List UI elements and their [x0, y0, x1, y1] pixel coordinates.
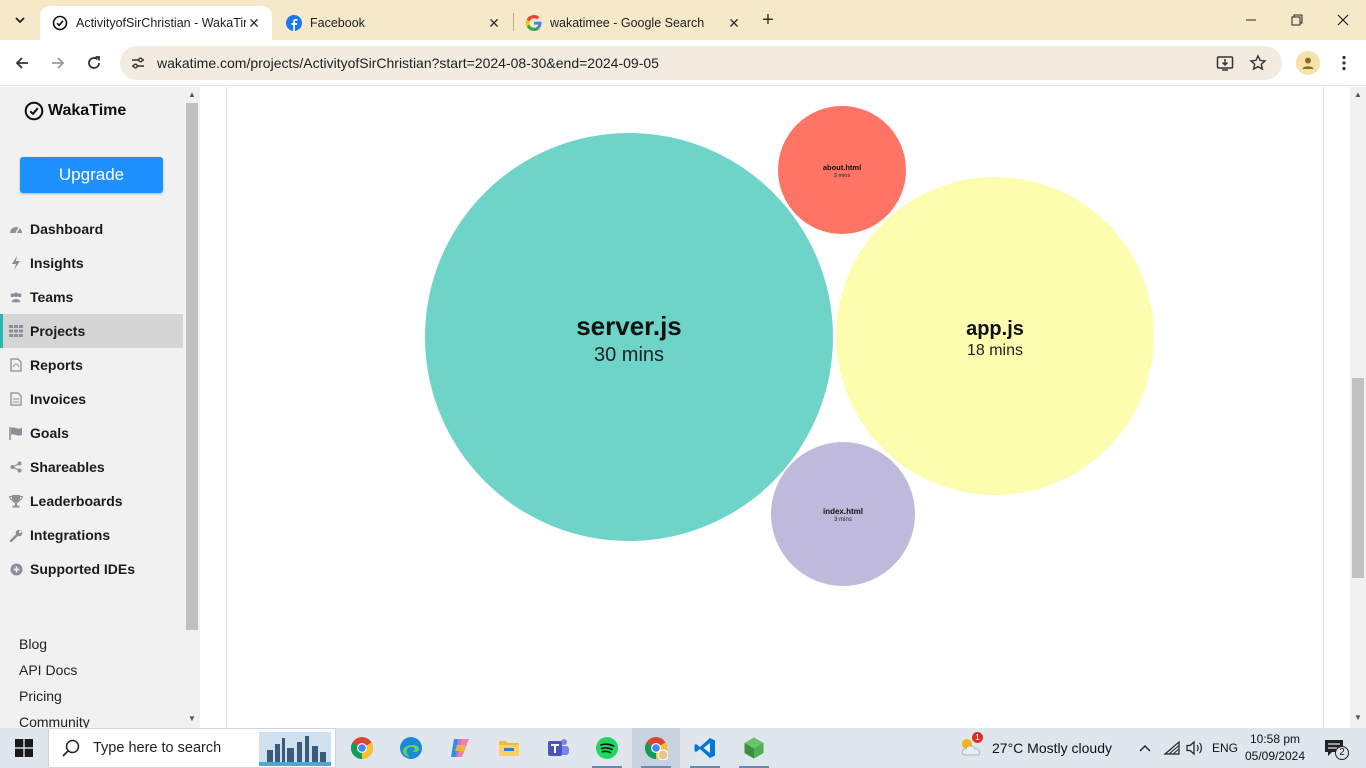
weather-text: 27°C Mostly cloudy — [992, 740, 1112, 756]
close-tab-icon[interactable]: ✕ — [486, 15, 502, 31]
install-icon — [1216, 56, 1234, 71]
bubble-duration: 3 mins — [834, 517, 852, 523]
new-tab-button[interactable]: + — [758, 9, 778, 31]
bubble-index-html[interactable]: index.html3 mins — [771, 442, 915, 586]
address-bar[interactable]: wakatime.com/projects/ActivityofSirChris… — [120, 46, 1282, 80]
system-clock[interactable]: 10:58 pm 05/09/2024 — [1240, 731, 1310, 765]
bookmark-button[interactable] — [1249, 54, 1267, 72]
page-scroll-up[interactable]: ▲ — [1352, 90, 1364, 102]
spotify-icon — [596, 737, 618, 759]
restore-icon — [1291, 14, 1303, 26]
city-skyline-icon — [259, 732, 331, 766]
copilot-icon — [451, 739, 469, 757]
chrome-icon — [351, 737, 373, 759]
url-text: wakatime.com/projects/ActivityofSirChris… — [157, 55, 659, 71]
tab-wakatime[interactable]: ActivityofSirChristian - WakaTime ✕ — [40, 6, 272, 40]
close-window-button[interactable] — [1320, 0, 1366, 40]
minimize-button[interactable] — [1228, 0, 1274, 40]
search-icon — [62, 739, 80, 757]
tab-title: wakatimee - Google Search — [550, 16, 705, 30]
speaker-icon — [1186, 740, 1202, 756]
page-scrollbar-thumb[interactable] — [1352, 378, 1364, 578]
facebook-icon — [286, 15, 302, 31]
clock-date: 05/09/2024 — [1244, 749, 1306, 763]
close-tab-icon[interactable]: ✕ — [246, 15, 262, 31]
volume-button[interactable] — [1186, 728, 1204, 768]
tab-search-button[interactable] — [8, 8, 32, 32]
taskbar-edge[interactable] — [387, 728, 435, 768]
taskbar-teams[interactable] — [534, 728, 582, 768]
bubble-duration: 3 mins — [834, 173, 850, 179]
reload-icon — [88, 56, 100, 69]
chrome-profile-icon — [645, 737, 668, 760]
start-button[interactable] — [0, 728, 48, 768]
minimize-icon — [1246, 19, 1256, 21]
edge-icon — [400, 737, 422, 759]
taskbar-chrome-profile[interactable] — [632, 728, 680, 768]
notification-center-button[interactable]: 2 — [1322, 728, 1349, 768]
vscode-icon — [694, 738, 715, 758]
taskbar-search[interactable]: Type here to search — [48, 728, 336, 768]
reload-button[interactable] — [82, 51, 106, 75]
file-explorer-icon — [499, 741, 519, 756]
taskbar-file-explorer[interactable] — [485, 728, 533, 768]
star-icon — [1249, 54, 1267, 71]
notification-icon: 2 — [1322, 737, 1349, 760]
weather-badge: 1 — [972, 732, 983, 743]
show-hidden-icons-button[interactable] — [1138, 728, 1152, 768]
profile-button[interactable] — [1296, 51, 1320, 75]
taskbar-chrome[interactable] — [338, 728, 386, 768]
taskbar-spotify[interactable] — [583, 728, 631, 768]
tab-google-search[interactable]: wakatimee - Google Search ✕ — [514, 6, 752, 40]
arrow-left-icon — [15, 57, 28, 69]
search-placeholder: Type here to search — [93, 740, 222, 756]
browser-menu-button[interactable] — [1334, 51, 1354, 75]
back-button[interactable] — [10, 51, 34, 75]
weather-widget[interactable]: 1 27°C Mostly cloudy — [958, 728, 1112, 768]
windows-icon — [15, 739, 33, 757]
notification-count: 2 — [1335, 746, 1349, 760]
files-bubble-chart: server.js30 minsapp.js18 minsabout.html3… — [425, 106, 1154, 586]
weather-cloudy-icon: 1 — [958, 732, 986, 760]
google-icon — [526, 15, 542, 31]
install-app-button[interactable] — [1216, 54, 1234, 72]
clock-time: 10:58 pm — [1249, 732, 1301, 746]
close-icon — [1337, 14, 1349, 26]
forward-button[interactable] — [46, 51, 70, 75]
bubble-duration: 30 mins — [594, 344, 664, 366]
tab-title: Facebook — [310, 16, 365, 30]
network-button[interactable] — [1163, 728, 1181, 768]
chevron-up-icon — [1139, 745, 1151, 752]
tab-title: ActivityofSirChristian - WakaTime — [76, 16, 246, 30]
input-language[interactable]: ENG — [1212, 728, 1238, 768]
browser-toolbar: wakatime.com/projects/ActivityofSirChris… — [0, 40, 1366, 86]
bubble-file-name: server.js — [576, 311, 682, 341]
wifi-icon — [1163, 740, 1180, 755]
bubble-file-name: index.html — [823, 507, 863, 516]
page-scroll-down[interactable]: ▼ — [1352, 713, 1364, 725]
nodejs-icon — [744, 737, 764, 759]
taskbar-nodejs[interactable] — [730, 728, 778, 768]
bubble-about-html[interactable]: about.html3 mins — [778, 106, 906, 234]
bubble-file-name: app.js — [966, 318, 1024, 340]
bubble-duration: 18 mins — [967, 342, 1023, 359]
close-tab-icon[interactable]: ✕ — [726, 15, 742, 31]
site-settings-icon[interactable] — [130, 55, 146, 71]
taskbar-copilot[interactable] — [436, 728, 484, 768]
windows-taskbar: Type here to search 1 27°C Mostly cloudy… — [0, 728, 1366, 768]
restore-button[interactable] — [1274, 0, 1320, 40]
avatar-icon — [1302, 57, 1314, 69]
arrow-right-icon — [52, 57, 65, 69]
tab-bar: ActivityofSirChristian - WakaTime ✕ Face… — [0, 0, 1366, 40]
more-vert-icon — [1342, 55, 1346, 71]
taskbar-vscode[interactable] — [681, 728, 729, 768]
bubble-app-js[interactable]: app.js 18 mins — [836, 177, 1154, 495]
bubble-file-name: about.html — [823, 163, 861, 172]
wakatime-icon — [52, 15, 68, 31]
teams-icon — [548, 739, 569, 756]
chevron-down-icon — [15, 17, 25, 24]
tab-facebook[interactable]: Facebook ✕ — [274, 6, 512, 40]
page-viewport: WakaTime Upgrade Dashboard Insights Team… — [0, 87, 1366, 728]
bubble-server-js[interactable]: server.js 30 mins — [425, 133, 833, 541]
